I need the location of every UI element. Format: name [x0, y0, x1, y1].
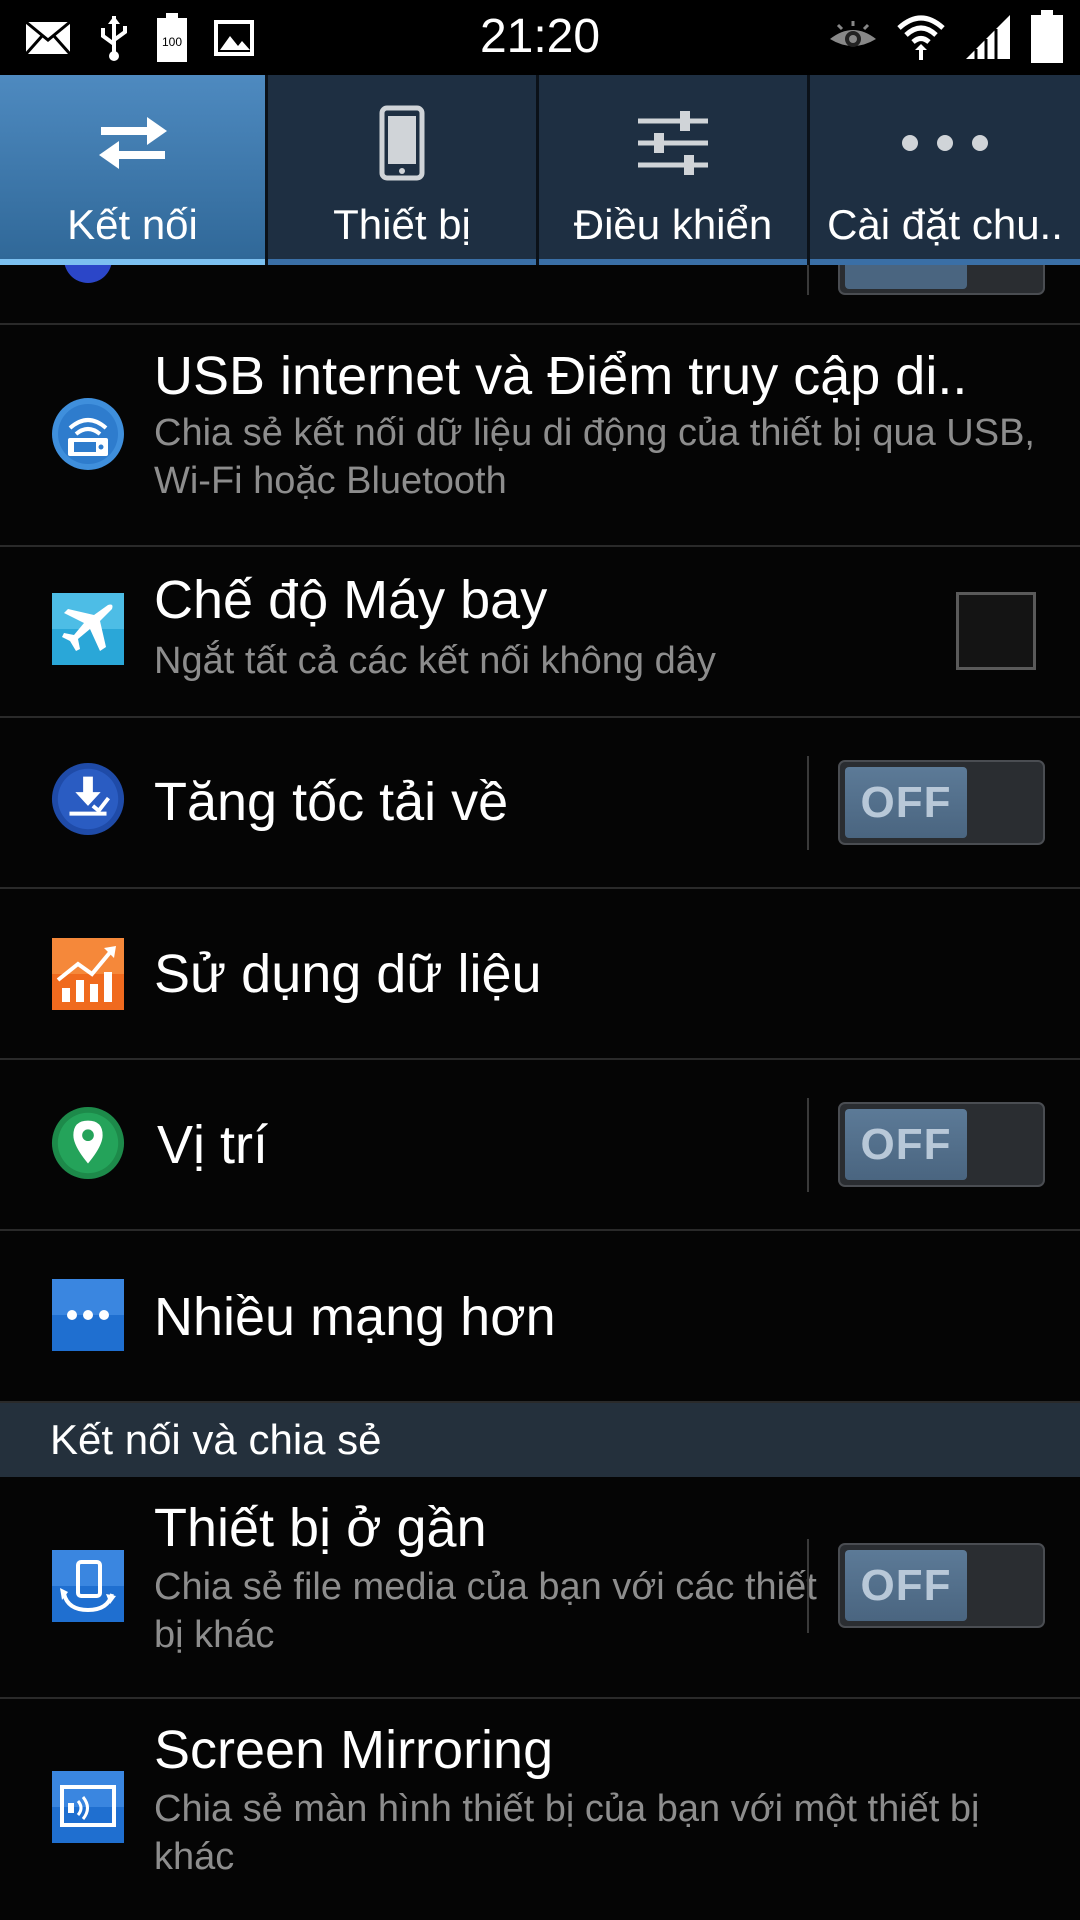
toggle-knob: OFF: [845, 1550, 967, 1621]
airplane-icon: [50, 591, 126, 667]
email-icon: [24, 20, 72, 56]
tab-device[interactable]: Thiết bị: [268, 75, 539, 265]
gallery-icon: [214, 20, 254, 56]
battery-full-icon: 100: [156, 13, 188, 63]
list-item-nearby-devices[interactable]: Thiết bị ở gần Chia sẻ file media của bạ…: [0, 1477, 1080, 1699]
more-dots-icon: [900, 103, 990, 183]
row-title: Thiết bị ở gần: [154, 1498, 487, 1558]
row-subtitle: Chia sẻ file media của bạn với các thiết…: [154, 1566, 817, 1656]
location-toggle[interactable]: OFF: [838, 1102, 1045, 1187]
settings-list[interactable]: USB internet và Điểm truy cập di.. Chia …: [0, 265, 1080, 1920]
section-header-label: Kết nối và chia sẻ: [50, 1416, 382, 1463]
download-booster-toggle[interactable]: OFF: [838, 760, 1045, 845]
list-item-screen-mirroring[interactable]: Screen Mirroring Chia sẻ màn hình thiết …: [0, 1699, 1080, 1920]
list-item-tethering[interactable]: USB internet và Điểm truy cập di.. Chia …: [0, 325, 1080, 547]
row-divider: [807, 1098, 809, 1192]
phone-device-icon: [379, 103, 425, 183]
location-pin-icon: [50, 1105, 126, 1181]
tab-label: Cài đặt chu..: [827, 201, 1063, 248]
row-title: Screen Mirroring: [154, 1720, 554, 1780]
status-bar-time: 21:20: [479, 10, 601, 63]
list-item-more-networks[interactable]: Nhiều mạng hơn: [0, 1231, 1080, 1403]
status-bar-notifications: 100: [24, 12, 254, 64]
row-divider: [807, 756, 809, 850]
row-title: Nhiều mạng hơn: [154, 1287, 556, 1347]
nearby-devices-toggle[interactable]: OFF: [838, 1543, 1045, 1628]
list-item-download-booster[interactable]: Tăng tốc tải về OFF: [0, 718, 1080, 889]
transfer-arrows-icon: [95, 103, 171, 183]
status-bar: 100 21:20: [0, 0, 1080, 75]
list-item-airplane-mode[interactable]: Chế độ Máy bay Ngắt tất cả các kết nối k…: [0, 547, 1080, 718]
sliders-icon: [636, 103, 710, 183]
smart-stay-eye-icon: [828, 19, 878, 55]
nearby-devices-icon: [50, 1548, 126, 1624]
row-divider: [807, 1539, 809, 1633]
list-item-data-usage[interactable]: Sử dụng dữ liệu: [0, 889, 1080, 1060]
tab-label: Thiết bị: [333, 201, 471, 248]
row-subtitle: Chia sẻ kết nối dữ liệu di động của thiế…: [154, 412, 1035, 502]
row-title: Sử dụng dữ liệu: [154, 944, 542, 1004]
hotspot-icon: [50, 396, 126, 472]
more-networks-icon: [50, 1277, 126, 1353]
row-subtitle: Chia sẻ màn hình thiết bị của bạn với mộ…: [154, 1788, 980, 1878]
screen-mirroring-icon: [50, 1769, 126, 1845]
list-item-partial[interactable]: [0, 265, 1080, 325]
usb-icon: [98, 14, 130, 62]
row-title: Chế độ Máy bay: [154, 570, 548, 630]
partial-toggle[interactable]: [838, 265, 1045, 295]
toggle-knob: OFF: [845, 1109, 967, 1180]
download-booster-icon: [50, 761, 126, 837]
signal-icon: [964, 13, 1012, 61]
partial-row-icon: [64, 265, 112, 283]
toggle-knob: OFF: [845, 767, 967, 838]
tab-label: Kết nối: [67, 201, 198, 248]
battery-icon: [1030, 10, 1064, 64]
row-divider: [807, 265, 809, 295]
section-header-connect-share: Kết nối và chia sẻ: [0, 1403, 1080, 1477]
airplane-mode-checkbox[interactable]: [956, 592, 1036, 670]
wifi-icon: [896, 12, 946, 62]
tab-general-settings[interactable]: Cài đặt chu..: [810, 75, 1080, 265]
tab-label: Điều khiển: [573, 201, 773, 248]
tab-connections[interactable]: Kết nối: [0, 75, 268, 265]
settings-tab-bar: Kết nối Thiết bị Điều khiển Cài đặt chu.…: [0, 75, 1080, 265]
tab-controls[interactable]: Điều khiển: [539, 75, 810, 265]
list-item-location[interactable]: Vị trí OFF: [0, 1060, 1080, 1231]
status-bar-system: [828, 8, 1064, 66]
row-subtitle: Ngắt tất cả các kết nối không dây: [154, 640, 716, 682]
battery-level-text: 100: [162, 35, 182, 49]
row-title: USB internet và Điểm truy cập di..: [154, 346, 968, 406]
data-usage-icon: [50, 936, 126, 1012]
